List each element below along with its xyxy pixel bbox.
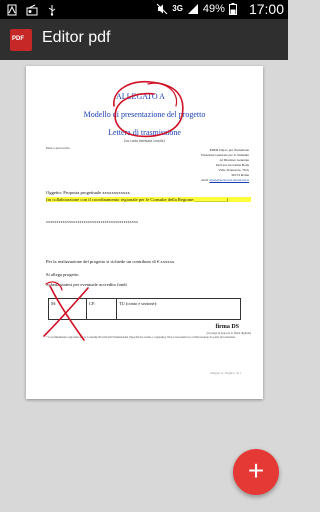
ink-cross-annotation: [49, 285, 85, 341]
app-title: Editor pdf: [42, 29, 111, 46]
signal-icon: [187, 3, 199, 15]
pdf-notification-icon: [6, 3, 18, 16]
network-type-indicator: 3G: [172, 4, 183, 13]
app-bar: PDF Editor pdf: [0, 19, 288, 60]
status-bar: 3G 49% 17:00: [0, 0, 288, 19]
freehand-annotations[interactable]: [26, 66, 263, 399]
usb-notification-icon: [46, 3, 58, 16]
plus-icon: +: [247, 455, 265, 486]
ink-cross-annotation: [45, 281, 63, 291]
mute-icon: [156, 3, 168, 15]
add-fab-button[interactable]: +: [233, 449, 279, 495]
battery-icon: [228, 3, 241, 15]
battery-percent: 49%: [202, 3, 225, 15]
radio-notification-icon: [26, 3, 38, 16]
app-logo-label: PDF: [12, 36, 24, 42]
clock: 17:00: [248, 1, 284, 17]
ink-cross-annotation: [43, 287, 89, 337]
pdf-page[interactable]: ALLEGATO A Modello di presentazione del …: [26, 66, 263, 399]
app-logo-icon[interactable]: PDF: [10, 29, 32, 51]
